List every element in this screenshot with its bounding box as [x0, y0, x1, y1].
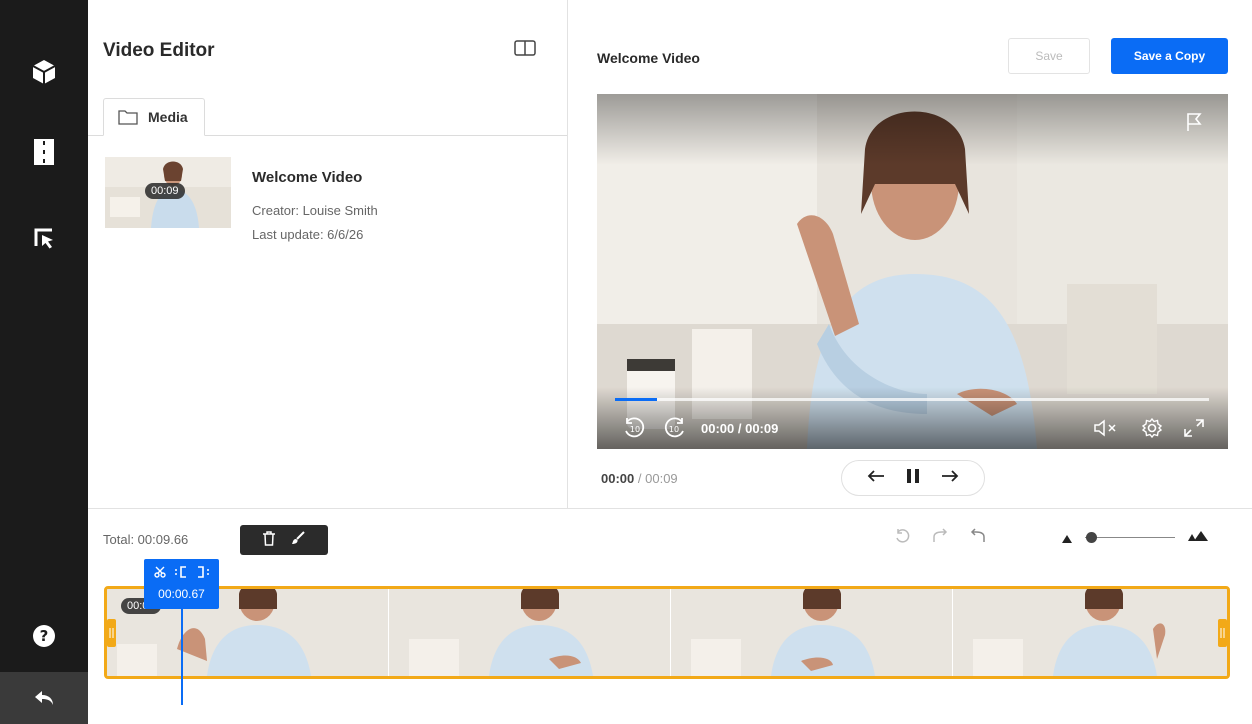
current-time: 00:00 — [601, 471, 635, 486]
playhead[interactable] — [181, 609, 183, 705]
save-copy-button[interactable]: Save a Copy — [1111, 38, 1228, 74]
pause-icon[interactable] — [906, 468, 920, 489]
rewind-10-icon[interactable]: 10 — [621, 415, 647, 446]
back-arrow-icon — [35, 691, 53, 705]
cut-time: 00:00.67 — [158, 587, 205, 601]
clip-frame — [389, 589, 671, 676]
zoom-slider-handle[interactable] — [1086, 532, 1097, 543]
settings-icon[interactable] — [1141, 417, 1163, 444]
clip-frame — [671, 589, 953, 676]
cube-icon[interactable] — [28, 56, 60, 88]
forward-10-icon[interactable]: 10 — [662, 415, 688, 446]
player-time: 00:00 / 00:09 — [701, 421, 779, 436]
playback-nav — [841, 460, 985, 496]
tab-media[interactable]: Media — [103, 98, 205, 136]
restore-icon[interactable] — [894, 528, 910, 549]
zoom-slider[interactable] — [1085, 537, 1175, 538]
total-time: 00:09 — [645, 471, 678, 486]
zoom-out-icon[interactable] — [1061, 531, 1073, 549]
media-panel: Video Editor Media 00:09 Welcome Video C… — [88, 0, 568, 508]
zoom-in-icon[interactable] — [1187, 529, 1209, 547]
video-title: Welcome Video — [597, 50, 700, 66]
panel-layout-icon[interactable] — [514, 40, 536, 61]
select-cursor-icon[interactable] — [28, 222, 60, 254]
fullscreen-icon[interactable] — [1183, 418, 1205, 443]
clip-strip[interactable]: 00:09 — [104, 586, 1230, 679]
back-button[interactable] — [0, 672, 88, 724]
brush-icon[interactable] — [290, 530, 306, 551]
duration-badge: 00:09 — [145, 183, 185, 199]
media-item-creator: Creator: Louise Smith — [252, 203, 378, 218]
timeline-panel: Total: 00:09.66 00:09 00:00.67 — [88, 508, 1252, 724]
film-icon[interactable] — [28, 136, 60, 168]
progress-bar[interactable] — [615, 398, 1209, 401]
delete-icon[interactable] — [262, 530, 276, 551]
media-item-last-update: Last update: 6/6/26 — [252, 227, 364, 242]
video-player[interactable]: 10 10 00:00 / 00:09 — [597, 94, 1228, 449]
zoom-control — [1061, 527, 1221, 547]
player-controls — [597, 387, 1228, 449]
flag-icon[interactable] — [1186, 112, 1202, 137]
svg-text:10: 10 — [669, 425, 679, 434]
undo-icon[interactable] — [970, 528, 986, 549]
folder-icon — [118, 110, 138, 125]
left-rail: ? — [0, 0, 88, 724]
media-item-title: Welcome Video — [252, 169, 363, 186]
trim-handle-left[interactable] — [107, 619, 116, 647]
video-thumbnail[interactable]: 00:09 — [105, 157, 231, 228]
mute-icon[interactable] — [1093, 419, 1121, 442]
tab-media-label: Media — [148, 109, 188, 125]
svg-text:?: ? — [40, 627, 49, 645]
trim-start-icon[interactable] — [174, 565, 188, 583]
help-icon[interactable]: ? — [28, 620, 60, 652]
svg-text:10: 10 — [630, 425, 640, 434]
time-separator: / — [637, 471, 642, 486]
cut-marker[interactable]: 00:00.67 — [144, 559, 219, 609]
save-button[interactable]: Save — [1008, 38, 1090, 74]
total-duration: Total: 00:09.66 — [103, 532, 189, 547]
media-item[interactable]: 00:09 Welcome Video Creator: Louise Smit… — [105, 157, 545, 242]
history-controls — [894, 528, 986, 549]
progress-fill — [615, 398, 657, 401]
redo-icon[interactable] — [932, 528, 948, 549]
prev-frame-icon[interactable] — [867, 469, 885, 488]
clip-frame — [953, 589, 1227, 676]
time-readout: 00:00 / 00:09 — [601, 471, 678, 486]
clip-toolbar — [240, 525, 328, 555]
page-title: Video Editor — [103, 40, 215, 61]
trim-end-icon[interactable] — [196, 565, 210, 583]
scissors-icon[interactable] — [153, 565, 166, 583]
player-panel: Welcome Video Save Save a Copy 10 10 00:… — [568, 0, 1252, 508]
trim-handle-right[interactable] — [1218, 619, 1227, 647]
next-frame-icon[interactable] — [941, 469, 959, 488]
